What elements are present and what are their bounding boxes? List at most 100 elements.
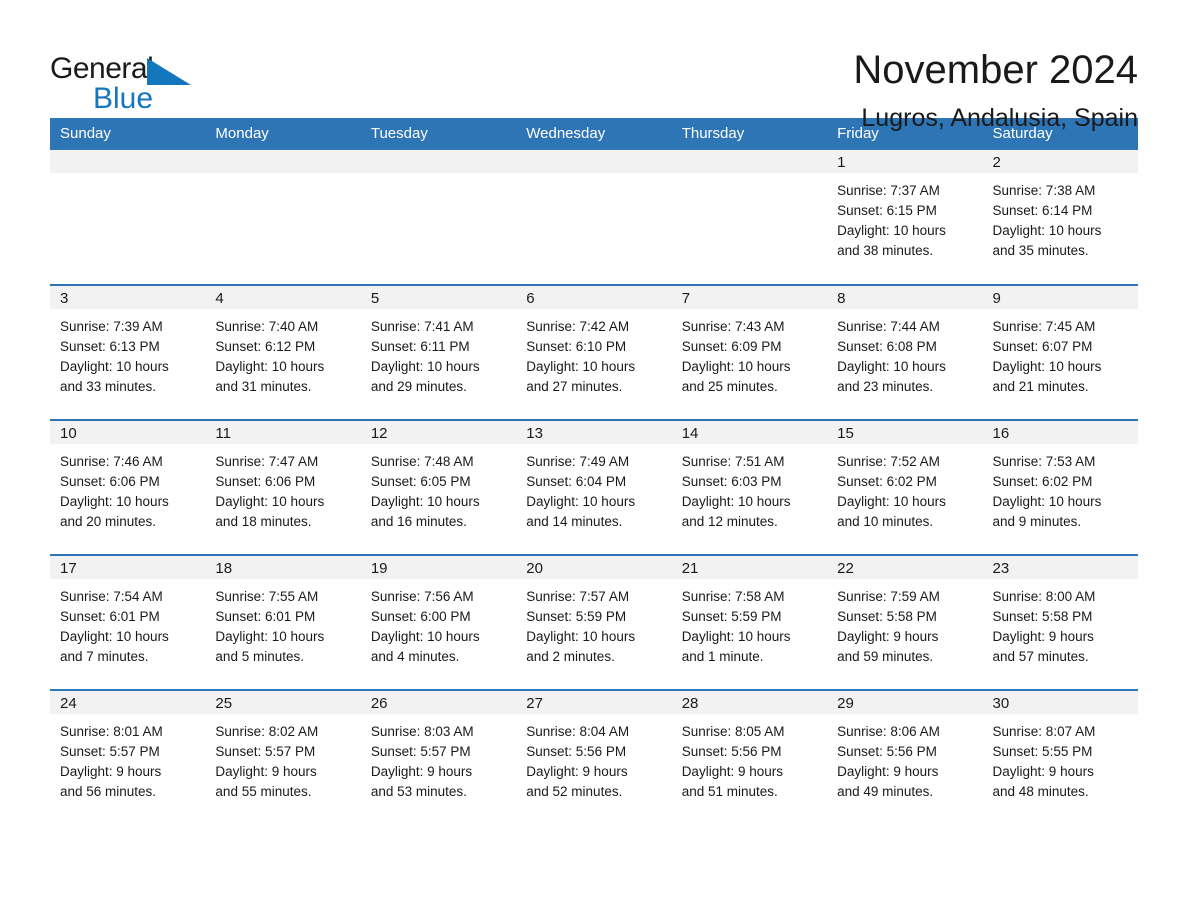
- calendar-page: General Blue November 2024 Lugros, Andal…: [0, 0, 1188, 918]
- calendar-week-row: 10 Sunrise: 7:46 AM Sunset: 6:06 PM Dayligh…: [50, 419, 1138, 555]
- day-cell-inner: 27 Sunrise: 8:04 AM Sunset: 5:56 PM Dayligh…: [516, 691, 672, 825]
- day-cell-inner: 24 Sunrise: 8:01 AM Sunset: 5:57 PM Dayligh…: [50, 691, 206, 825]
- calendar-day-cell[interactable]: 2 Sunrise: 7:38 AM Sunset: 6:14 PM Daylight…: [982, 150, 1138, 285]
- weekday-header-tuesday: Tuesday: [360, 118, 517, 150]
- day-cell-inner: 10 Sunrise: 7:46 AM Sunset: 6:06 PM Dayligh…: [50, 421, 206, 554]
- calendar-day-cell[interactable]: 12 Sunrise: 7:48 AM Sunset: 6:05 PM Dayligh…: [360, 419, 517, 555]
- day-number: 11: [205, 421, 361, 444]
- day-details: Sunrise: 7:37 AM Sunset: 6:15 PM Daylight:…: [827, 173, 982, 261]
- calendar-day-cell[interactable]: 23 Sunrise: 8:00 AM Sunset: 5:58 PM Dayligh…: [982, 554, 1138, 690]
- daylight-duration-line2: and 29 minutes.: [370, 379, 467, 394]
- calendar-day-cell[interactable]: 5 Sunrise: 7:41 AM Sunset: 6:11 PM Daylight…: [360, 284, 517, 420]
- sunset-time: Sunset: 6:06 PM: [60, 474, 160, 489]
- day-details: Sunrise: 8:02 AM Sunset: 5:57 PM Daylight:…: [205, 714, 360, 802]
- day-number: 3: [50, 286, 206, 309]
- sunset-time: Sunset: 6:00 PM: [370, 609, 471, 624]
- sunset-time: Sunset: 6:05 PM: [370, 474, 471, 489]
- calendar-day-cell[interactable]: 20 Sunrise: 7:57 AM Sunset: 5:59 PM Dayligh…: [516, 554, 672, 690]
- calendar-day-cell[interactable]: 10 Sunrise: 7:46 AM Sunset: 6:06 PM Dayligh…: [50, 419, 206, 555]
- daylight-duration-line2: and 5 minutes.: [215, 649, 304, 664]
- day-cell-inner: 7 Sunrise: 7:43 AM Sunset: 6:09 PM Daylight…: [671, 286, 828, 419]
- sunset-time: Sunset: 6:13 PM: [60, 339, 160, 354]
- weekday-header-wednesday: Wednesday: [516, 118, 672, 150]
- sunrise-time: Sunrise: 8:00 AM: [992, 589, 1096, 604]
- daylight-duration-line1: Daylight: 10 hours: [60, 494, 169, 509]
- calendar-day-cell[interactable]: 14 Sunrise: 7:51 AM Sunset: 6:03 PM Dayligh…: [671, 419, 828, 555]
- sunset-time: Sunset: 6:09 PM: [681, 339, 782, 354]
- sunrise-time: Sunrise: 7:49 AM: [526, 454, 630, 469]
- day-number: 13: [516, 421, 672, 444]
- daylight-duration-line1: Daylight: 10 hours: [837, 359, 946, 374]
- calendar-day-cell[interactable]: 4 Sunrise: 7:40 AM Sunset: 6:12 PM Daylight…: [205, 284, 361, 420]
- calendar-day-cell[interactable]: 25 Sunrise: 8:02 AM Sunset: 5:57 PM Dayligh…: [205, 689, 361, 825]
- day-number: 24: [50, 691, 206, 714]
- calendar-day-cell[interactable]: 18 Sunrise: 7:55 AM Sunset: 6:01 PM Dayligh…: [205, 554, 361, 690]
- sunrise-sunset-calendar: Sunday Monday Tuesday Wednesday Thursday Frid…: [50, 118, 1138, 825]
- day-number: 12: [360, 421, 517, 444]
- calendar-day-cell[interactable]: 28 Sunrise: 8:05 AM Sunset: 5:56 PM Dayligh…: [671, 689, 828, 825]
- calendar-day-cell[interactable]: 15 Sunrise: 7:52 AM Sunset: 6:02 PM Dayligh…: [827, 419, 983, 555]
- day-details: Sunrise: 7:44 AM Sunset: 6:08 PM Daylight:…: [827, 309, 982, 397]
- day-details: Sunrise: 7:55 AM Sunset: 6:01 PM Daylight:…: [205, 579, 360, 667]
- sunrise-time: Sunrise: 8:06 AM: [837, 724, 940, 739]
- sunset-time: Sunset: 5:56 PM: [837, 744, 937, 759]
- calendar-day-cell[interactable]: 3 Sunrise: 7:39 AM Sunset: 6:13 PM Daylight…: [50, 284, 206, 420]
- day-number: [360, 150, 517, 173]
- day-number: 15: [827, 421, 983, 444]
- sunrise-time: Sunrise: 7:59 AM: [837, 589, 940, 604]
- sunset-time: Sunset: 6:02 PM: [837, 474, 937, 489]
- daylight-duration-line1: Daylight: 9 hours: [526, 764, 628, 779]
- day-cell-inner: 15 Sunrise: 7:52 AM Sunset: 6:02 PM Dayligh…: [827, 421, 983, 554]
- sunset-time: Sunset: 6:01 PM: [60, 609, 160, 624]
- calendar-day-cell[interactable]: 8 Sunrise: 7:44 AM Sunset: 6:08 PM Daylight…: [827, 284, 983, 420]
- generalblue-logo[interactable]: General Blue: [50, 48, 200, 120]
- day-details: Sunrise: 7:45 AM Sunset: 6:07 PM Daylight:…: [983, 309, 1138, 397]
- day-details: Sunrise: 7:58 AM Sunset: 5:59 PM Daylight:…: [672, 579, 827, 667]
- daylight-duration-line2: and 57 minutes.: [992, 649, 1089, 664]
- sunset-time: Sunset: 5:55 PM: [992, 744, 1093, 759]
- calendar-day-cell[interactable]: 22 Sunrise: 7:59 AM Sunset: 5:58 PM Dayligh…: [827, 554, 983, 690]
- calendar-day-cell[interactable]: 21 Sunrise: 7:58 AM Sunset: 5:59 PM Dayligh…: [671, 554, 828, 690]
- logo-text-blue: Blue: [93, 82, 154, 115]
- calendar-day-cell[interactable]: 16 Sunrise: 7:53 AM Sunset: 6:02 PM Dayligh…: [982, 419, 1138, 555]
- calendar-day-cell[interactable]: 26 Sunrise: 8:03 AM Sunset: 5:57 PM Dayligh…: [360, 689, 517, 825]
- calendar-day-cell[interactable]: 7 Sunrise: 7:43 AM Sunset: 6:09 PM Daylight…: [671, 284, 828, 420]
- day-details: Sunrise: 8:06 AM Sunset: 5:56 PM Daylight:…: [827, 714, 982, 802]
- sunrise-time: Sunrise: 7:57 AM: [526, 589, 630, 604]
- calendar-day-cell[interactable]: 6 Sunrise: 7:42 AM Sunset: 6:10 PM Daylight…: [516, 284, 672, 420]
- day-number: 5: [360, 286, 517, 309]
- daylight-duration-line2: and 31 minutes.: [215, 379, 312, 394]
- daylight-duration-line2: and 21 minutes.: [992, 379, 1089, 394]
- sunrise-time: Sunrise: 7:45 AM: [992, 319, 1096, 334]
- calendar-day-cell[interactable]: 13 Sunrise: 7:49 AM Sunset: 6:04 PM Dayligh…: [516, 419, 672, 555]
- calendar-day-cell[interactable]: 30 Sunrise: 8:07 AM Sunset: 5:55 PM Dayligh…: [982, 689, 1138, 825]
- calendar-day-cell[interactable]: 9 Sunrise: 7:45 AM Sunset: 6:07 PM Daylight…: [982, 284, 1138, 420]
- day-details: Sunrise: 7:51 AM Sunset: 6:03 PM Daylight:…: [672, 444, 827, 532]
- calendar-day-cell[interactable]: 19 Sunrise: 7:56 AM Sunset: 6:00 PM Dayligh…: [360, 554, 517, 690]
- sunset-time: Sunset: 6:11 PM: [370, 339, 470, 354]
- day-number: 6: [516, 286, 672, 309]
- calendar-day-cell[interactable]: 17 Sunrise: 7:54 AM Sunset: 6:01 PM Dayligh…: [50, 554, 206, 690]
- calendar-day-cell[interactable]: 29 Sunrise: 8:06 AM Sunset: 5:56 PM Dayligh…: [827, 689, 983, 825]
- daylight-duration-line1: Daylight: 10 hours: [526, 359, 636, 374]
- day-number: 30: [982, 691, 1138, 714]
- day-number: 1: [827, 150, 983, 173]
- day-number: [516, 150, 672, 173]
- sunrise-time: Sunrise: 7:43 AM: [681, 319, 785, 334]
- day-details: Sunrise: 8:01 AM Sunset: 5:57 PM Daylight:…: [50, 714, 205, 802]
- sunrise-time: Sunrise: 7:55 AM: [215, 589, 319, 604]
- day-details: Sunrise: 7:39 AM Sunset: 6:13 PM Daylight:…: [50, 309, 205, 397]
- daylight-duration-line2: and 59 minutes.: [837, 649, 934, 664]
- day-number: 16: [982, 421, 1138, 444]
- daylight-duration-line1: Daylight: 10 hours: [60, 359, 169, 374]
- sunrise-time: Sunrise: 7:44 AM: [837, 319, 940, 334]
- calendar-week-row: 17 Sunrise: 7:54 AM Sunset: 6:01 PM Dayligh…: [50, 554, 1138, 690]
- daylight-duration-line2: and 56 minutes.: [60, 784, 157, 799]
- calendar-day-cell[interactable]: 27 Sunrise: 8:04 AM Sunset: 5:56 PM Dayligh…: [516, 689, 672, 825]
- calendar-day-cell-empty: [671, 150, 828, 285]
- daylight-duration-line1: Daylight: 10 hours: [370, 359, 480, 374]
- calendar-day-cell[interactable]: 11 Sunrise: 7:47 AM Sunset: 6:06 PM Dayligh…: [205, 419, 361, 555]
- daylight-duration-line2: and 1 minute.: [681, 649, 764, 664]
- calendar-day-cell[interactable]: 24 Sunrise: 8:01 AM Sunset: 5:57 PM Dayligh…: [50, 689, 206, 825]
- calendar-day-cell[interactable]: 1 Sunrise: 7:37 AM Sunset: 6:15 PM Daylight…: [827, 150, 983, 285]
